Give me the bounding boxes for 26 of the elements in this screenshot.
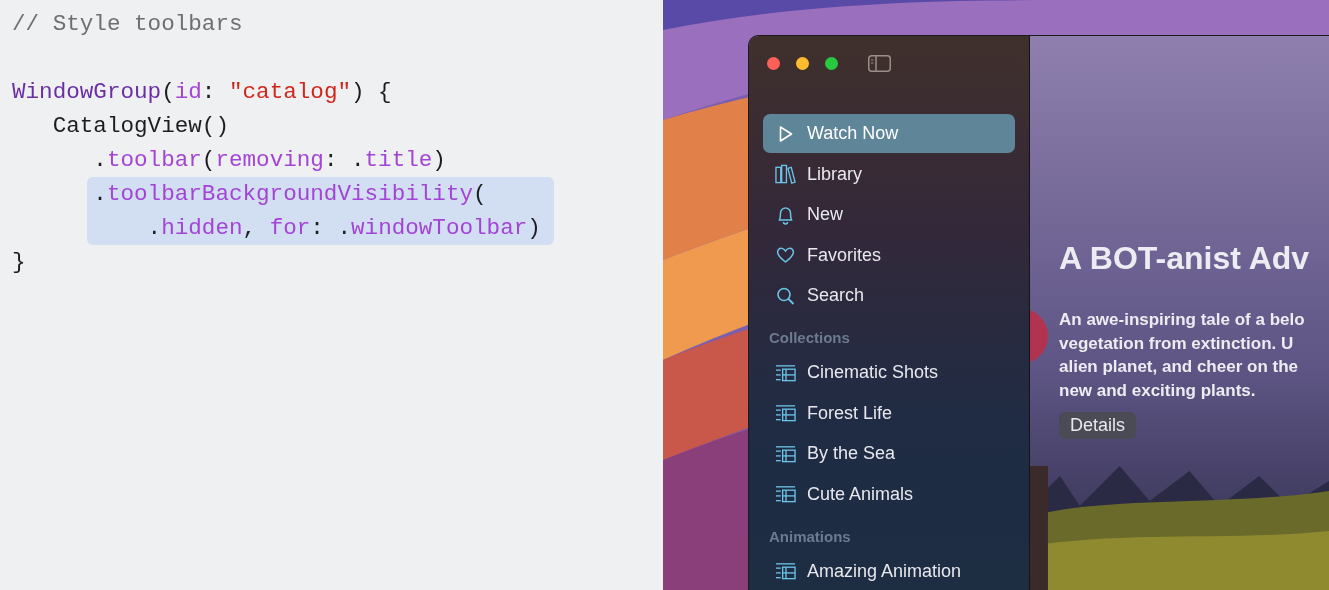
code-token: ( xyxy=(201,147,216,173)
code-token: hidden xyxy=(161,215,243,241)
code-token: windowToolbar xyxy=(351,215,528,241)
code-token: : xyxy=(201,79,217,105)
code-token: ( xyxy=(161,79,175,105)
code-token: : . xyxy=(323,147,365,173)
code-token: . xyxy=(146,215,162,241)
code-token: for xyxy=(269,215,311,241)
code-token: } xyxy=(12,249,26,275)
code-token: . xyxy=(92,147,107,173)
code-token: ) xyxy=(527,215,541,241)
code-token: ) { xyxy=(351,79,392,105)
code-token: toolbarBackgroundVisibility xyxy=(106,181,473,207)
code-token: // Style toolbars xyxy=(12,11,243,37)
code-token: id xyxy=(174,79,202,105)
code-token: title xyxy=(364,147,433,173)
code-token: . xyxy=(93,181,107,207)
code-token: toolbar xyxy=(106,147,202,173)
code-token: ) xyxy=(432,147,446,173)
code-token: , xyxy=(242,215,258,241)
code-token: : . xyxy=(310,215,351,241)
code-token: ( xyxy=(473,181,487,207)
code-token: CatalogView() xyxy=(51,113,229,139)
code-token: removing xyxy=(215,147,324,173)
code-token: "catalog" xyxy=(228,79,351,105)
code-token: WindowGroup xyxy=(12,79,162,105)
